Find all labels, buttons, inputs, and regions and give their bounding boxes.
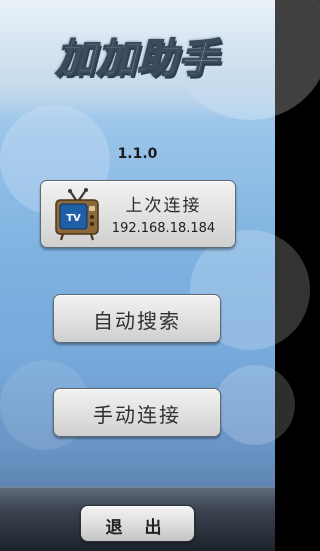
exit-label: 退 出	[105, 518, 170, 538]
auto-search-button[interactable]: 自动搜索	[53, 294, 221, 343]
last-connection-label: 上次连接	[125, 196, 202, 216]
tv-icon-label: TV	[66, 213, 81, 224]
version-label: 1.1.0	[117, 146, 158, 162]
background-bubble	[215, 365, 295, 445]
last-connection-button[interactable]: TV 上次连接 192.168.18.184	[40, 180, 236, 248]
exit-button[interactable]: 退 出	[80, 505, 195, 542]
app-title: 加加助手	[55, 35, 220, 83]
manual-connect-label: 手动连接	[93, 403, 181, 427]
last-connection-address: 192.168.18.184	[111, 221, 216, 236]
auto-search-label: 自动搜索	[93, 309, 181, 333]
tv-icon: TV	[55, 188, 99, 241]
manual-connect-button[interactable]: 手动连接	[53, 388, 221, 437]
